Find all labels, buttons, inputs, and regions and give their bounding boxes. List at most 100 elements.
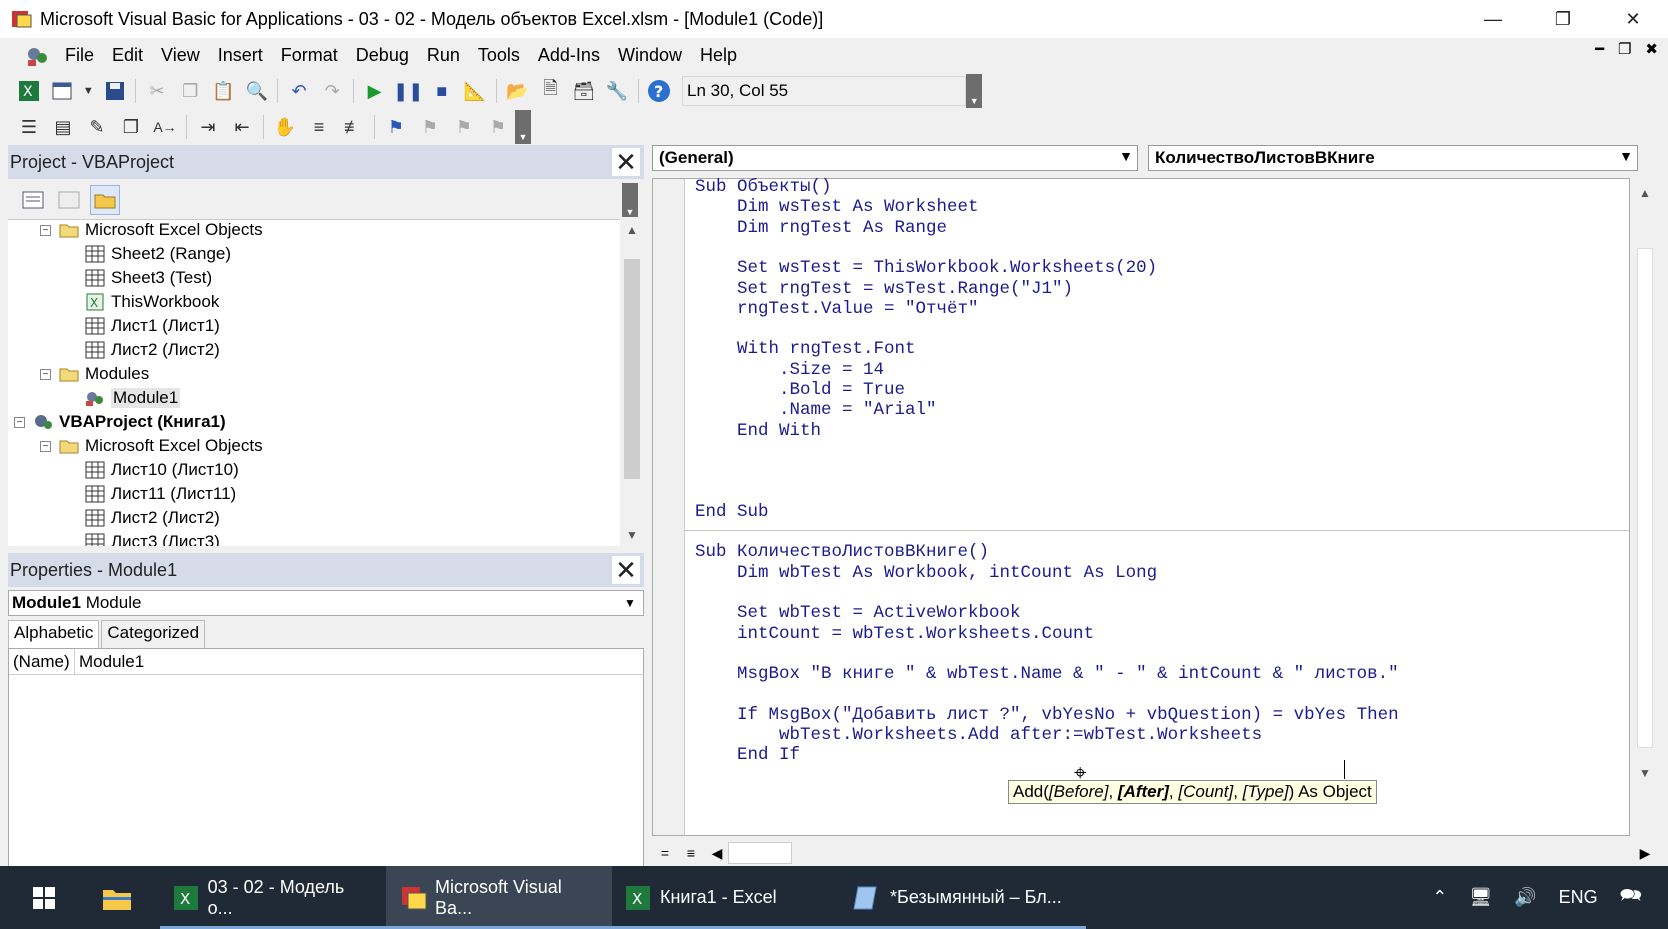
taskbar-item-excel-book1[interactable]: X Книга1 - Excel xyxy=(612,866,838,929)
clear-bookmarks-icon[interactable]: ⚑ xyxy=(484,113,512,141)
tree-item[interactable]: Sheet2 (Range) xyxy=(84,242,231,266)
chevron-down-icon[interactable]: ▼ xyxy=(1119,148,1133,164)
tree-item[interactable]: Лист10 (Лист10) xyxy=(84,458,239,482)
object-combo[interactable]: (General) ▼ xyxy=(652,145,1138,171)
code-line[interactable]: End If xyxy=(695,745,800,766)
taskbar-item-vba[interactable]: Microsoft Visual Ba... xyxy=(386,866,612,929)
view-code-icon[interactable] xyxy=(18,185,48,215)
code-vertical-scrollbar[interactable]: ▲ ▼ xyxy=(1630,178,1660,836)
comment-block-icon[interactable]: ≡ xyxy=(305,113,333,141)
menu-window[interactable]: Window xyxy=(609,45,691,66)
code-line[interactable]: Dim wsTest As Worksheet xyxy=(695,197,979,218)
insert-userform-icon[interactable] xyxy=(48,77,75,105)
toolbar-options-icon[interactable]: ▼ xyxy=(966,74,983,108)
mdi-close-icon[interactable]: ✖ xyxy=(1645,40,1658,58)
object-browser-icon[interactable]: 🗃 xyxy=(570,77,597,105)
tree-item[interactable]: Лист2 (Лист2) xyxy=(84,506,220,530)
scroll-thumb[interactable] xyxy=(624,259,640,479)
code-line[interactable]: wbTest.Worksheets.Add after:=wbTest.Work… xyxy=(695,725,1262,746)
scroll-up-icon[interactable]: ▲ xyxy=(1633,186,1657,200)
scroll-thumb[interactable] xyxy=(728,842,792,864)
property-value[interactable]: Module1 xyxy=(75,652,144,672)
code-line[interactable]: MsgBox "В книге " & wbTest.Name & " - " … xyxy=(695,664,1399,685)
list-constants-icon[interactable]: ▤ xyxy=(49,113,77,141)
code-line[interactable]: End With xyxy=(695,421,821,442)
chevron-down-icon[interactable]: ▼ xyxy=(1619,148,1633,164)
property-row[interactable]: (Name) Module1 xyxy=(9,649,643,675)
tree-item[interactable]: VBAProject (Книга1) xyxy=(32,410,226,434)
complete-word-icon[interactable]: A→ xyxy=(151,113,179,141)
tree-expander-icon[interactable]: − xyxy=(40,225,51,236)
find-icon[interactable]: 🔍 xyxy=(243,77,270,105)
code-line[interactable]: Set wbTest = ActiveWorkbook xyxy=(695,603,1021,624)
outdent-icon[interactable]: ⇤ xyxy=(228,113,256,141)
paste-icon[interactable]: 📋 xyxy=(210,77,237,105)
tree-item[interactable]: Sheet3 (Test) xyxy=(84,266,212,290)
scroll-thumb[interactable] xyxy=(1637,248,1653,748)
save-icon[interactable] xyxy=(101,77,128,105)
redo-icon[interactable]: ↷ xyxy=(319,77,346,105)
scroll-down-icon[interactable]: ▼ xyxy=(620,528,644,542)
tree-expander-icon[interactable]: − xyxy=(14,417,25,428)
menu-run[interactable]: Run xyxy=(418,45,469,66)
code-line[interactable]: With rngTest.Font xyxy=(695,339,916,360)
chevron-up-icon[interactable]: ⌃ xyxy=(1432,887,1447,908)
mdi-minimize-icon[interactable]: ━ xyxy=(1595,40,1604,58)
reset-icon[interactable]: ■ xyxy=(428,77,455,105)
toggle-breakpoint-icon[interactable]: ✋ xyxy=(271,113,299,141)
help-icon[interactable]: ? xyxy=(646,77,673,105)
vba-menu-icon[interactable] xyxy=(24,42,50,68)
tree-item[interactable]: Лист3 (Лист3) xyxy=(84,530,220,546)
object-select[interactable]: Module1 Module ▼ xyxy=(8,590,644,616)
menu-tools[interactable]: Tools xyxy=(469,45,529,66)
properties-window-icon[interactable]: 🗎 xyxy=(537,77,564,105)
menu-view[interactable]: View xyxy=(152,45,209,66)
tree-expander-icon[interactable]: − xyxy=(40,441,51,452)
network-icon[interactable]: 🖥 xyxy=(1469,887,1492,908)
next-bookmark-icon[interactable]: ⚑ xyxy=(416,113,444,141)
code-line[interactable]: Sub КоличествоЛистовВКниге() xyxy=(695,542,989,563)
menu-add-ins[interactable]: Add-Ins xyxy=(529,45,609,66)
menu-debug[interactable]: Debug xyxy=(347,45,418,66)
tree-item[interactable]: Microsoft Excel Objects xyxy=(58,220,263,242)
notifications-icon[interactable]: 🗪 xyxy=(1620,883,1642,913)
code-editor[interactable]: Sub Объекты() Dim wsTest As Worksheet Di… xyxy=(652,177,1630,836)
parameter-info-icon[interactable]: ❐ xyxy=(117,113,145,141)
close-icon[interactable]: ✕ xyxy=(612,555,640,585)
code-line[interactable]: Dim rngTest As Range xyxy=(695,218,947,239)
tree-item[interactable]: Лист2 (Лист2) xyxy=(84,338,220,362)
code-line[interactable]: Set wsTest = ThisWorkbook.Worksheets(20) xyxy=(695,258,1157,279)
cut-icon[interactable]: ✂ xyxy=(143,77,170,105)
code-line[interactable]: .Size = 14 xyxy=(695,360,884,381)
restore-icon[interactable]: ❐ xyxy=(1528,0,1598,38)
taskbar-item-notepad[interactable]: *Безымянный – Бл... xyxy=(838,866,1086,929)
code-line[interactable]: End Sub xyxy=(695,502,769,523)
tree-item[interactable]: X ThisWorkbook xyxy=(84,290,219,314)
code-line[interactable]: rngTest.Value = "Отчёт" xyxy=(695,299,979,320)
close-icon[interactable]: ✕ xyxy=(1598,0,1668,38)
undo-icon[interactable]: ↶ xyxy=(285,77,312,105)
view-excel-icon[interactable]: X xyxy=(15,77,42,105)
close-icon[interactable]: ✕ xyxy=(612,147,640,177)
toggle-folders-icon[interactable] xyxy=(90,185,120,215)
scroll-down-icon[interactable]: ▼ xyxy=(1633,766,1657,780)
menu-edit[interactable]: Edit xyxy=(103,45,152,66)
toolbox-icon[interactable]: 🔧 xyxy=(603,77,630,105)
windows-start-icon[interactable] xyxy=(0,866,88,929)
menu-help[interactable]: Help xyxy=(691,45,746,66)
toolbar-options-icon[interactable]: ▼ xyxy=(515,110,531,144)
uncomment-block-icon[interactable]: ≢ xyxy=(339,113,367,141)
tree-item[interactable]: Module1 xyxy=(84,386,181,410)
scroll-up-icon[interactable]: ▲ xyxy=(620,223,644,237)
dropdown-arrow-icon[interactable]: ▼ xyxy=(82,77,96,105)
menu-insert[interactable]: Insert xyxy=(209,45,272,66)
run-icon[interactable]: ▶ xyxy=(361,77,388,105)
design-mode-icon[interactable]: 📐 xyxy=(461,77,488,105)
volume-icon[interactable]: 🔊 xyxy=(1514,887,1536,908)
minimize-icon[interactable]: — xyxy=(1458,0,1528,38)
code-line[interactable]: Set rngTest = wsTest.Range("J1") xyxy=(695,279,1073,300)
code-margin-indicator-bar[interactable] xyxy=(653,179,685,835)
copy-icon[interactable]: ❐ xyxy=(177,77,204,105)
menu-format[interactable]: Format xyxy=(272,45,347,66)
file-explorer-icon[interactable] xyxy=(88,866,160,929)
